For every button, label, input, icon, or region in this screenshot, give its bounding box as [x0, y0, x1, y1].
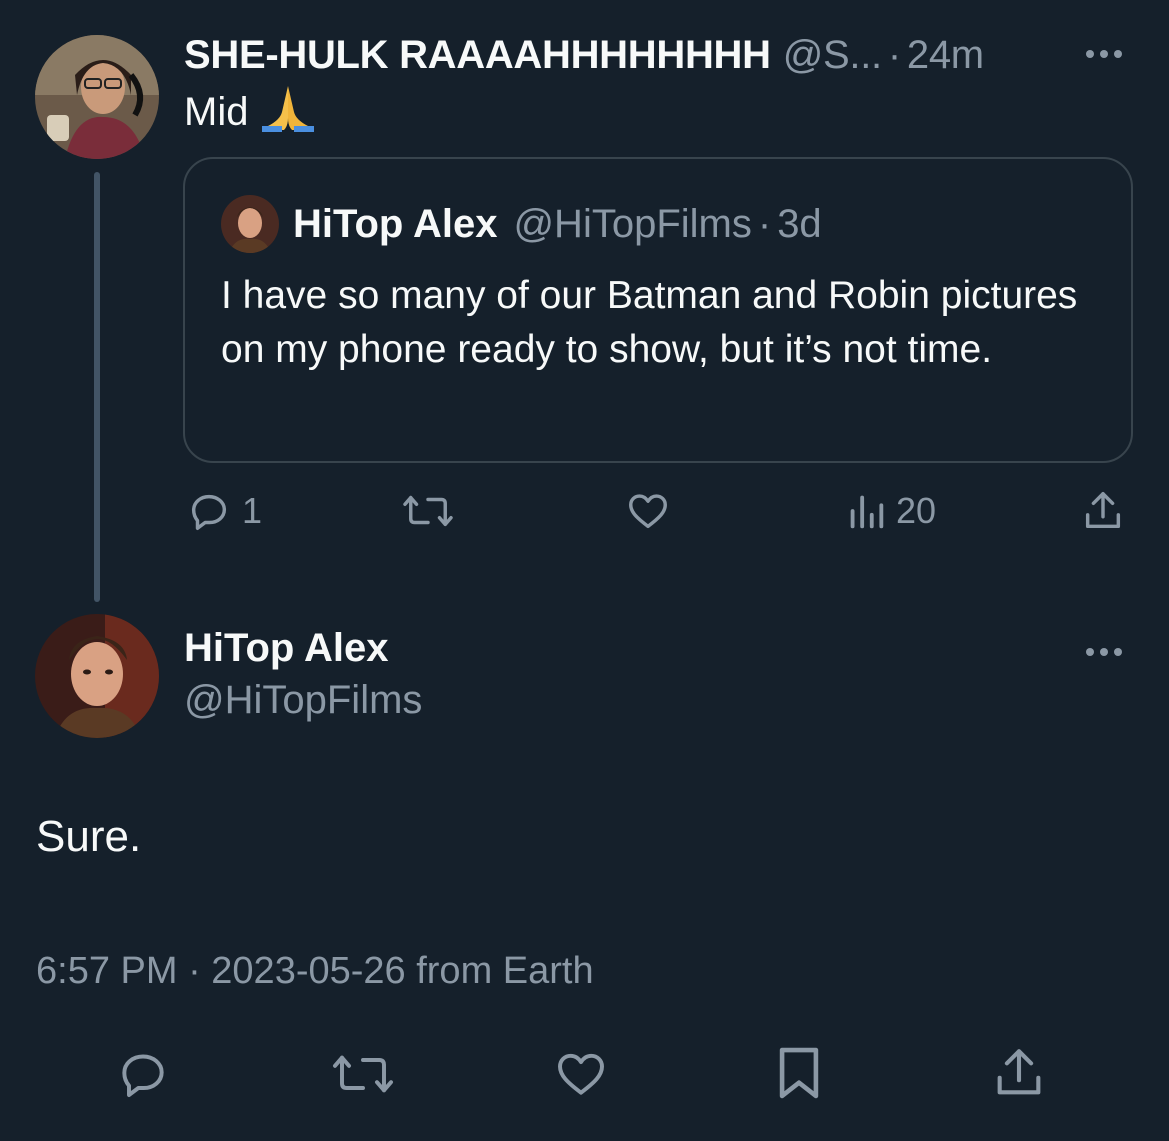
parent-tweet-body: Mid [184, 89, 249, 134]
views-button[interactable]: 20 [846, 488, 936, 534]
heart-icon [629, 494, 667, 529]
views-count: 20 [896, 490, 937, 531]
thread-connector-line [94, 172, 100, 602]
more-options-icon[interactable] [1086, 50, 1122, 58]
share-icon [1085, 492, 1121, 529]
bookmark-button[interactable] [772, 1044, 826, 1102]
parent-tweet-time[interactable]: 24m [907, 33, 984, 78]
like-button[interactable] [624, 488, 672, 534]
quoted-tweet-time: 3d [777, 201, 822, 246]
retweet-button[interactable] [330, 1046, 396, 1102]
main-author-avatar[interactable] [35, 614, 159, 738]
retweet-button[interactable] [400, 488, 456, 534]
profile-photo-icon [35, 35, 159, 159]
folded-hands-icon [260, 82, 316, 142]
quoted-author-handle: @HiTopFilms [513, 201, 752, 246]
reply-icon [191, 494, 227, 530]
profile-photo-icon [221, 195, 279, 253]
parent-tweet-header: SHE-HULK RAAAAHHHHHHHH @S... · 24m [184, 28, 984, 82]
like-button[interactable] [552, 1046, 610, 1102]
parent-tweet-text: Mid [184, 82, 316, 142]
reply-button[interactable] [114, 1046, 172, 1102]
more-options-icon[interactable] [1086, 648, 1122, 656]
views-chart-icon [850, 495, 884, 529]
reply-button[interactable]: 1 [186, 488, 262, 534]
heart-icon [558, 1053, 604, 1095]
separator-dot: · [757, 201, 772, 246]
quoted-tweet-header: HiTop Alex @HiTopFilms · 3d [221, 195, 822, 253]
main-tweet-text: Sure. [36, 812, 142, 861]
parent-author-avatar[interactable] [35, 35, 159, 159]
quoted-author-avatar [221, 195, 279, 253]
separator-dot: · [887, 32, 901, 77]
retweet-icon [403, 495, 453, 527]
tweet-timestamp[interactable]: 6:57 PM · 2023-05-26 from Earth [36, 950, 594, 993]
main-author-name[interactable]: HiTop Alex [184, 626, 388, 671]
share-button[interactable] [990, 1044, 1048, 1102]
profile-photo-icon [35, 614, 159, 738]
quoted-tweet-text: I have so many of our Batman and Robin p… [221, 274, 1078, 371]
share-button[interactable] [1080, 488, 1126, 534]
bookmark-icon [779, 1047, 819, 1099]
reply-count: 1 [242, 490, 263, 531]
main-author-handle[interactable]: @HiTopFilms [184, 678, 422, 723]
quoted-tweet-card[interactable]: HiTop Alex @HiTopFilms · 3d I have so ma… [183, 157, 1133, 463]
parent-author-handle[interactable]: @S... [783, 33, 882, 78]
retweet-icon [333, 1055, 393, 1093]
reply-icon [122, 1054, 164, 1097]
parent-author-name[interactable]: SHE-HULK RAAAAHHHHHHHH [184, 33, 771, 78]
quoted-author-name: HiTop Alex [293, 201, 498, 246]
share-icon [997, 1049, 1041, 1095]
